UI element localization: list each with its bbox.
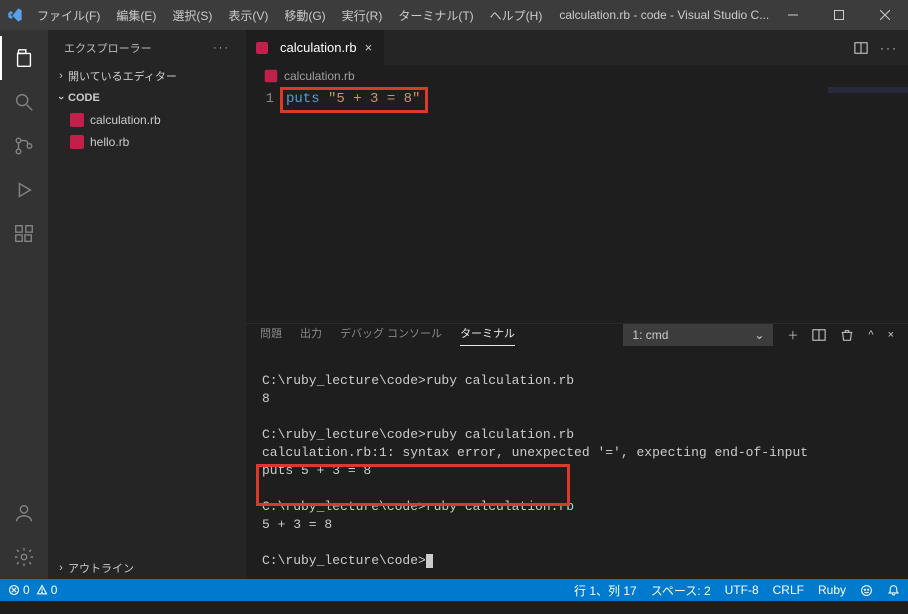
file-item-hello[interactable]: hello.rb xyxy=(48,131,246,153)
status-warnings-count: 0 xyxy=(51,583,58,597)
menu-go[interactable]: 移動(G) xyxy=(277,1,332,30)
ruby-file-icon xyxy=(70,113,84,127)
tab-close-icon[interactable]: × xyxy=(363,40,375,55)
code-editor[interactable]: 1 puts "5 + 3 = 8" xyxy=(246,87,908,323)
ruby-file-icon xyxy=(256,42,268,54)
outline-header[interactable]: › アウトライン xyxy=(48,557,246,579)
title-bar: ファイル(F) 編集(E) 選択(S) 表示(V) 移動(G) 実行(R) ター… xyxy=(0,0,908,30)
explorer-sidebar: エクスプローラー ··· › 開いているエディター › CODE calcula… xyxy=(48,30,246,579)
outline-label: アウトライン xyxy=(68,560,134,576)
activity-run-debug-icon[interactable] xyxy=(0,168,48,212)
workbench: エクスプローラー ··· › 開いているエディター › CODE calcula… xyxy=(0,30,908,579)
code-line-1[interactable]: puts "5 + 3 = 8" xyxy=(286,91,420,107)
menu-bar: ファイル(F) 編集(E) 選択(S) 表示(V) 移動(G) 実行(R) ター… xyxy=(30,1,549,30)
panel-tab-problems[interactable]: 問題 xyxy=(260,325,282,346)
vscode-logo-icon xyxy=(0,7,30,23)
terminal-selector-label: 1: cmd xyxy=(632,328,668,342)
menu-run[interactable]: 実行(R) xyxy=(335,1,390,30)
more-actions-icon[interactable]: ··· xyxy=(880,41,898,55)
kill-terminal-icon[interactable] xyxy=(840,328,854,342)
terminal-cursor xyxy=(426,554,433,568)
folder-root-header[interactable]: › CODE xyxy=(48,87,246,109)
file-name: hello.rb xyxy=(90,135,129,149)
maximize-panel-icon[interactable]: ^ xyxy=(868,329,873,341)
editor-group: calculation.rb × ··· calculation.rb 1 pu… xyxy=(246,30,908,579)
terminal-line: C:\ruby_lecture\code> xyxy=(262,553,426,568)
terminal-line: calculation.rb:1: syntax error, unexpect… xyxy=(262,445,808,460)
new-terminal-icon[interactable]: ＋ xyxy=(787,327,798,343)
activity-extensions-icon[interactable] xyxy=(0,212,48,256)
code-content[interactable]: puts "5 + 3 = 8" xyxy=(286,87,420,323)
menu-terminal[interactable]: ターミナル(T) xyxy=(391,1,480,30)
activity-search-icon[interactable] xyxy=(0,80,48,124)
ruby-file-icon xyxy=(70,135,84,149)
ruby-file-icon xyxy=(265,70,278,83)
terminal-line: 8 xyxy=(262,391,270,406)
panel-tabs: 問題 出力 デバッグ コンソール ターミナル 1: cmd ⌄ ＋ ^ × xyxy=(246,324,908,346)
menu-view[interactable]: 表示(V) xyxy=(221,1,275,30)
terminal-line: C:\ruby_lecture\code>ruby calculation.rb xyxy=(262,373,574,388)
split-editor-icon[interactable] xyxy=(854,41,868,55)
open-editors-header[interactable]: › 開いているエディター xyxy=(48,65,246,87)
window-controls xyxy=(770,0,908,30)
file-name: calculation.rb xyxy=(90,113,161,127)
open-editors-label: 開いているエディター xyxy=(68,68,177,84)
status-errors[interactable]: 0 xyxy=(8,583,30,597)
menu-help[interactable]: ヘルプ(H) xyxy=(483,1,550,30)
minimap[interactable] xyxy=(828,87,908,93)
window-maximize-button[interactable] xyxy=(816,0,862,30)
sidebar-more-icon[interactable]: ··· xyxy=(213,42,230,54)
activity-accounts-icon[interactable] xyxy=(0,491,48,535)
status-errors-count: 0 xyxy=(23,583,30,597)
chevron-down-icon: ⌄ xyxy=(754,328,764,342)
window-title: calculation.rb - code - Visual Studio C.… xyxy=(549,8,770,22)
panel-tab-output[interactable]: 出力 xyxy=(300,325,322,346)
activity-explorer-icon[interactable] xyxy=(0,36,48,80)
sidebar-title: エクスプローラー xyxy=(64,40,152,56)
line-gutter: 1 xyxy=(246,87,286,323)
chevron-right-icon: › xyxy=(54,562,68,574)
activity-bar xyxy=(0,30,48,579)
close-panel-icon[interactable]: × xyxy=(888,329,894,341)
activity-settings-icon[interactable] xyxy=(0,535,48,579)
folder-root-name: CODE xyxy=(68,92,100,104)
chevron-right-icon: › xyxy=(54,70,68,82)
tab-label: calculation.rb xyxy=(280,40,357,55)
file-item-calculation[interactable]: calculation.rb xyxy=(48,109,246,131)
status-warnings[interactable]: 0 xyxy=(36,583,58,597)
panel-tab-terminal[interactable]: ターミナル xyxy=(460,325,515,346)
panel-tab-debug-console[interactable]: デバッグ コンソール xyxy=(340,325,442,346)
token-keyword: puts xyxy=(286,91,320,107)
chevron-down-icon: › xyxy=(55,91,67,105)
breadcrumb-file: calculation.rb xyxy=(284,69,355,83)
panel: 問題 出力 デバッグ コンソール ターミナル 1: cmd ⌄ ＋ ^ × C:… xyxy=(246,323,908,579)
line-number: 1 xyxy=(246,91,274,107)
terminal-selector[interactable]: 1: cmd ⌄ xyxy=(623,324,773,346)
menu-selection[interactable]: 選択(S) xyxy=(165,1,219,30)
terminal-line: 5 + 3 = 8 xyxy=(262,517,332,532)
breadcrumbs[interactable]: calculation.rb xyxy=(246,65,908,87)
menu-file[interactable]: ファイル(F) xyxy=(30,1,107,30)
sidebar-header: エクスプローラー ··· xyxy=(48,30,246,65)
terminal-line: C:\ruby_lecture\code>ruby calculation.rb xyxy=(262,427,574,442)
editor-tabs: calculation.rb × ··· xyxy=(246,30,908,65)
window-minimize-button[interactable] xyxy=(770,0,816,30)
window-close-button[interactable] xyxy=(862,0,908,30)
token-space xyxy=(320,91,328,107)
split-terminal-icon[interactable] xyxy=(812,328,826,342)
editor-tab-calculation[interactable]: calculation.rb × xyxy=(246,30,385,65)
activity-source-control-icon[interactable] xyxy=(0,124,48,168)
token-string: "5 + 3 = 8" xyxy=(328,91,420,107)
menu-edit[interactable]: 編集(E) xyxy=(109,1,163,30)
terminal[interactable]: C:\ruby_lecture\code>ruby calculation.rb… xyxy=(246,346,908,614)
highlight-annotation xyxy=(256,464,570,506)
